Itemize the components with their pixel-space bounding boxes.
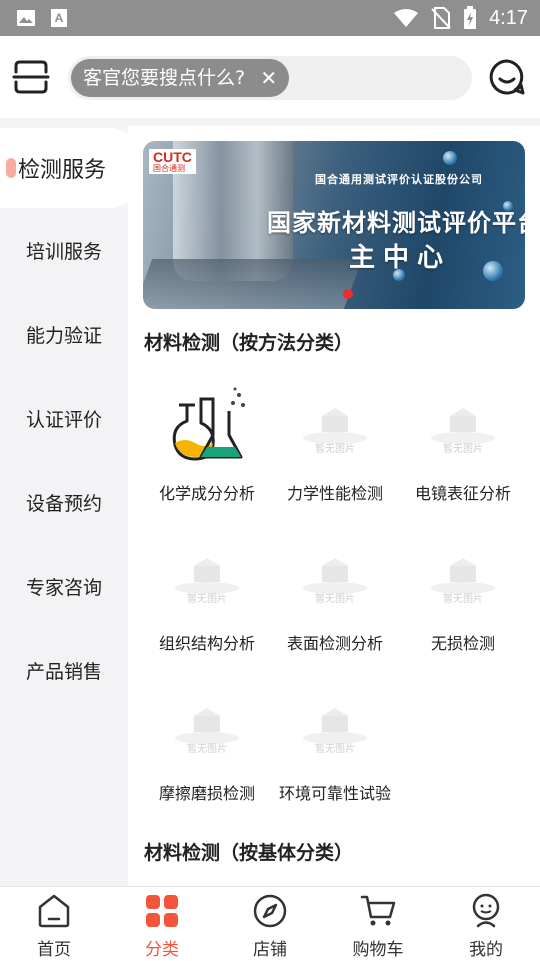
home-icon: [38, 894, 70, 928]
placeholder-text: 暂无图片: [315, 594, 355, 605]
clear-search-icon[interactable]: ✕: [260, 59, 277, 97]
placeholder-text: 暂无图片: [443, 594, 483, 605]
banner-title: 国家新材料测试评价平台: [267, 208, 525, 237]
sidebar-item-equipment[interactable]: 设备预约: [0, 462, 128, 542]
category-item-chemical-analysis[interactable]: 化学成分分析: [143, 378, 271, 518]
top-bar: 客官您要搜点什么? ✕: [0, 36, 540, 118]
carousel-indicator[interactable]: [343, 289, 353, 299]
active-indicator: [6, 158, 16, 178]
wifi-icon: [394, 9, 419, 27]
nav-category[interactable]: 分类: [108, 887, 216, 961]
nav-label: 店铺: [253, 940, 287, 960]
section-title: 材料检测（按方法分类）: [144, 332, 354, 354]
compass-icon: [253, 894, 287, 928]
category-item-label: 力学性能检测: [286, 484, 383, 503]
category-icon: [146, 895, 178, 927]
sidebar-item-proficiency[interactable]: 能力验证: [0, 294, 128, 374]
category-item-nondestructive[interactable]: 暂无图片 无损检测: [399, 528, 527, 668]
category-item-environmental[interactable]: 暂无图片 环境可靠性试验: [271, 678, 399, 818]
nav-home[interactable]: 首页: [0, 887, 108, 961]
no-image-placeholder-icon: 暂无图片: [293, 678, 377, 768]
sidebar-item-label: 检测服务: [18, 158, 107, 183]
message-icon[interactable]: [488, 58, 526, 96]
category-item-label: 摩擦磨损检测: [158, 784, 255, 803]
search-placeholder: 客官您要搜点什么?: [83, 67, 246, 89]
scan-icon[interactable]: [12, 58, 50, 96]
status-bar: A 4:17: [0, 0, 540, 36]
banner-subtitle: 主中心: [349, 243, 452, 273]
gallery-icon: [17, 10, 35, 26]
svg-text:A: A: [55, 11, 64, 25]
divider: [0, 118, 540, 126]
status-time: 4:17: [489, 6, 528, 29]
sidebar-item-products[interactable]: 产品销售: [0, 630, 128, 710]
no-sim-icon: [431, 7, 451, 29]
sidebar-item-label: 产品销售: [25, 660, 102, 683]
molecule-decoration: [443, 151, 457, 165]
battery-icon: [464, 6, 477, 29]
banner[interactable]: CUTC 国合通测 国合通用测试评价认证股份公司 国家新材料测试评价平台 主中心: [143, 141, 525, 309]
category-item-label: 环境可靠性试验: [278, 784, 391, 803]
no-image-placeholder-icon: 暂无图片: [165, 678, 249, 768]
no-image-placeholder-icon: 暂无图片: [421, 528, 505, 618]
category-item-mechanical[interactable]: 暂无图片 力学性能检测: [271, 378, 399, 518]
nav-profile[interactable]: 我的: [432, 887, 540, 961]
sidebar-item-label: 能力验证: [25, 324, 102, 347]
sidebar-item-training[interactable]: 培训服务: [0, 210, 128, 290]
nav-label: 首页: [37, 940, 71, 960]
bottom-nav: 首页 分类 店铺 购物车 我的: [0, 886, 540, 960]
no-image-placeholder-icon: 暂无图片: [293, 378, 377, 468]
search-keyword-chip[interactable]: 客官您要搜点什么? ✕: [71, 59, 290, 97]
category-content: CUTC 国合通测 国合通用测试评价认证股份公司 国家新材料测试评价平台 主中心…: [128, 126, 540, 886]
text-a-icon: A: [51, 9, 67, 27]
banner-logo: CUTC 国合通测: [149, 149, 196, 174]
sidebar-item-certification[interactable]: 认证评价: [0, 378, 128, 458]
cart-icon: [360, 895, 396, 926]
nav-label: 我的: [469, 940, 503, 960]
banner-company: 国合通用测试评价认证股份公司: [315, 173, 483, 186]
nav-store[interactable]: 店铺: [216, 887, 324, 961]
no-image-placeholder-icon: 暂无图片: [293, 528, 377, 618]
placeholder-text: 暂无图片: [443, 444, 483, 455]
profile-icon: [472, 893, 500, 928]
no-image-placeholder-icon: 暂无图片: [165, 528, 249, 618]
placeholder-text: 暂无图片: [187, 744, 227, 755]
category-item-label: 化学成分分析: [158, 484, 255, 503]
sidebar-item-expert[interactable]: 专家咨询: [0, 546, 128, 626]
category-item-label: 电镜表征分析: [414, 484, 511, 503]
category-item-friction-wear[interactable]: 暂无图片 摩擦磨损检测: [143, 678, 271, 818]
category-item-microstructure[interactable]: 暂无图片 组织结构分析: [143, 528, 271, 668]
section-title: 材料检测（按基体分类）: [144, 842, 354, 864]
molecule-decoration: [483, 261, 503, 281]
chemistry-flask-icon: [165, 378, 249, 468]
no-image-placeholder-icon: 暂无图片: [421, 378, 505, 468]
sidebar-item-label: 设备预约: [25, 492, 102, 515]
nav-label: 分类: [145, 940, 179, 960]
category-item-label: 组织结构分析: [158, 634, 255, 653]
placeholder-text: 暂无图片: [315, 744, 355, 755]
sidebar-item-label: 专家咨询: [25, 576, 102, 599]
category-item-surface[interactable]: 暂无图片 表面检测分析: [271, 528, 399, 668]
search-bar[interactable]: 客官您要搜点什么? ✕: [68, 56, 472, 100]
placeholder-text: 暂无图片: [315, 444, 355, 455]
nav-cart[interactable]: 购物车: [324, 887, 432, 961]
sidebar-item-testing-service[interactable]: 检测服务: [0, 128, 140, 208]
nav-label: 购物车: [352, 940, 404, 960]
category-sidebar: 检测服务 培训服务 能力验证 认证评价 设备预约 专家咨询 产品销售: [0, 126, 140, 886]
sidebar-item-label: 培训服务: [25, 240, 102, 263]
category-item-label: 无损检测: [430, 634, 495, 653]
banner-stage-image: [143, 259, 363, 309]
sidebar-item-label: 认证评价: [25, 408, 102, 431]
category-item-electron-microscopy[interactable]: 暂无图片 电镜表征分析: [399, 378, 527, 518]
placeholder-text: 暂无图片: [187, 594, 227, 605]
category-item-label: 表面检测分析: [286, 634, 383, 653]
